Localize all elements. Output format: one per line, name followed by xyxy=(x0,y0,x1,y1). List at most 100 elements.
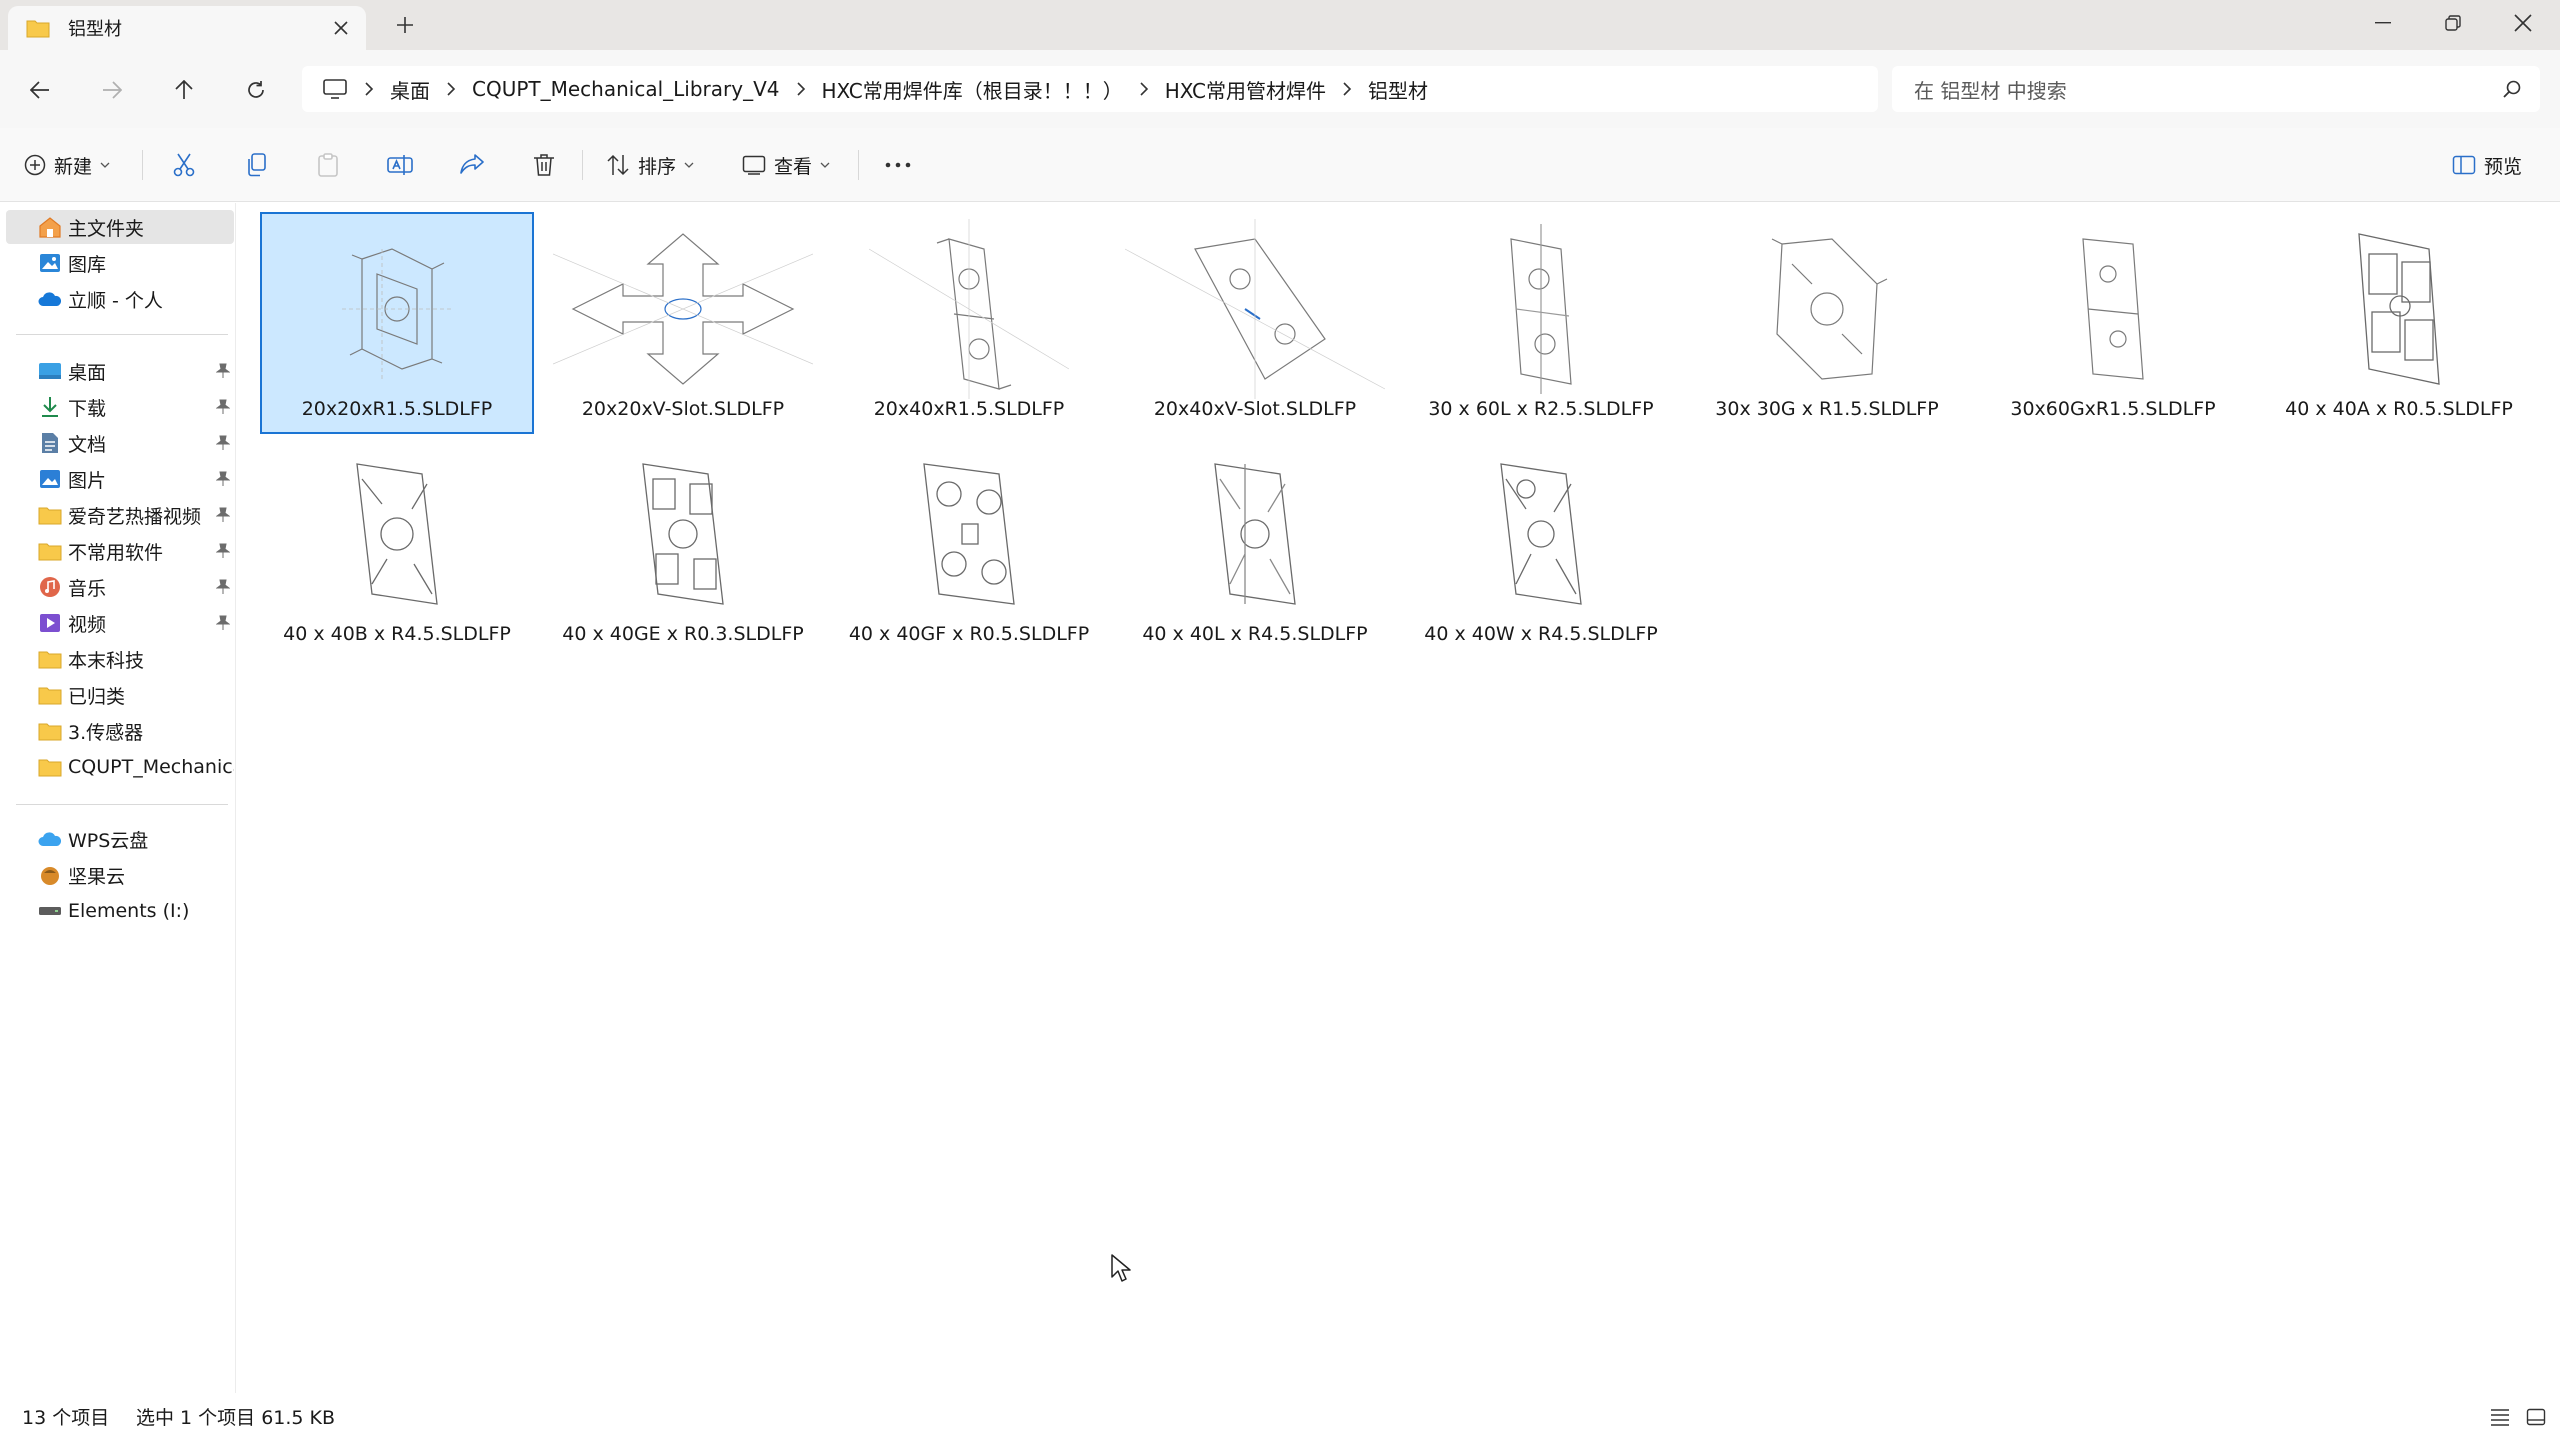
separator xyxy=(142,150,143,180)
sidebar-item-home[interactable]: 主文件夹 xyxy=(6,210,234,244)
file-thumbnail xyxy=(267,439,527,629)
sidebar-item-wps-cloud[interactable]: WPS云盘 xyxy=(6,822,234,856)
folder-icon xyxy=(26,20,50,38)
restore-button[interactable] xyxy=(2418,0,2488,46)
sidebar-item-gallery[interactable]: 图库 xyxy=(6,246,234,280)
sidebar-item-iqiyi-videos[interactable]: 爱奇艺热播视频 xyxy=(6,498,234,532)
forward-button[interactable] xyxy=(92,70,132,110)
file-item[interactable]: 20x20xR1.5.SLDLFP xyxy=(260,212,534,434)
sidebar-item-sensors[interactable]: 3.传感器 xyxy=(6,714,234,748)
file-item[interactable]: 30x60GxR1.5.SLDLFP xyxy=(1976,212,2250,434)
sidebar-item-classified[interactable]: 已归类 xyxy=(6,678,234,712)
sidebar-item-label: 桌面 xyxy=(68,361,107,384)
new-tab-button[interactable] xyxy=(392,12,418,38)
sidebar-item-label: 音乐 xyxy=(68,577,107,600)
view-button[interactable]: 查看 xyxy=(742,144,830,186)
sidebar-item-label: 不常用软件 xyxy=(68,541,164,564)
file-item[interactable]: 40 x 40B x R4.5.SLDLFP xyxy=(260,437,534,659)
sidebar-item-label: 文档 xyxy=(68,433,107,456)
sidebar-item-jianguoyun[interactable]: 坚果云 xyxy=(6,858,234,892)
sidebar-item-elements-drive[interactable]: Elements (I:) xyxy=(6,894,234,928)
sidebar-item-rare-software[interactable]: 不常用软件 xyxy=(6,534,234,568)
share-button[interactable] xyxy=(452,144,492,186)
file-thumbnail xyxy=(2269,214,2529,404)
paste-button[interactable] xyxy=(308,144,348,186)
file-item[interactable]: 30 x 60L x R2.5.SLDLFP xyxy=(1404,212,1678,434)
back-button[interactable] xyxy=(20,70,60,110)
file-item[interactable]: 40 x 40GE x R0.3.SLDLFP xyxy=(546,437,820,659)
breadcrumb-tube-weldment[interactable]: HXC常用管材焊件 xyxy=(1165,75,1326,104)
sidebar-item-documents[interactable]: 文档 xyxy=(6,426,234,460)
search-icon[interactable] xyxy=(2502,79,2522,99)
chevron-right-icon[interactable] xyxy=(796,82,806,96)
file-name: 20x40xR1.5.SLDLFP xyxy=(873,398,1065,420)
file-view[interactable]: 20x20xR1.5.SLDLFP 20x20xV-Slot.SLDLFP 20… xyxy=(237,203,2560,1393)
address-bar[interactable]: 桌面 CQUPT_Mechanical_Library_V4 HXC常用焊件库（… xyxy=(302,66,1878,112)
sidebar-item-label: 3.传感器 xyxy=(68,721,144,744)
file-thumbnail xyxy=(839,439,1099,629)
breadcrumb-library[interactable]: CQUPT_Mechanical_Library_V4 xyxy=(472,77,780,101)
trash-icon xyxy=(534,154,554,176)
chevron-right-icon[interactable] xyxy=(446,82,456,96)
cut-button[interactable] xyxy=(164,144,204,186)
chevron-right-icon[interactable] xyxy=(1139,82,1149,96)
file-item[interactable]: 40 x 40GF x R0.5.SLDLFP xyxy=(832,437,1106,659)
search-input[interactable]: 在 铝型材 中搜索 xyxy=(1914,75,2067,104)
sidebar-item-benmo-tech[interactable]: 本末科技 xyxy=(6,642,234,676)
file-item[interactable]: 20x40xR1.5.SLDLFP xyxy=(832,212,1106,434)
file-name: 40 x 40B x R4.5.SLDLFP xyxy=(283,623,511,645)
refresh-button[interactable] xyxy=(236,70,276,110)
rename-button[interactable] xyxy=(380,144,420,186)
large-icons-view-icon[interactable] xyxy=(2524,1405,2548,1429)
folder-icon xyxy=(38,648,62,670)
file-name: 40 x 40L x R4.5.SLDLFP xyxy=(1142,623,1368,645)
tab-current[interactable]: 铝型材 xyxy=(8,6,366,50)
minimize-button[interactable] xyxy=(2348,0,2418,46)
search-box[interactable]: 在 铝型材 中搜索 xyxy=(1892,66,2540,112)
clipboard-icon xyxy=(318,153,338,177)
file-item[interactable]: 20x40xV-Slot.SLDLFP xyxy=(1118,212,1392,434)
breadcrumb-weldment-lib[interactable]: HXC常用焊件库（根目录！！！） xyxy=(822,75,1123,104)
pin-icon xyxy=(216,399,230,414)
chevron-down-icon xyxy=(100,162,110,168)
drive-icon xyxy=(38,900,62,922)
onedrive-icon xyxy=(38,288,62,310)
file-item[interactable]: 40 x 40W x R4.5.SLDLFP xyxy=(1404,437,1678,659)
file-item[interactable]: 40 x 40L x R4.5.SLDLFP xyxy=(1118,437,1392,659)
breadcrumb-desktop[interactable]: 桌面 xyxy=(390,75,430,104)
sidebar-item-label: 主文件夹 xyxy=(68,217,145,240)
file-name: 40 x 40GE x R0.3.SLDLFP xyxy=(562,623,804,645)
this-pc-icon[interactable] xyxy=(322,78,348,100)
sidebar-item-music[interactable]: 音乐 xyxy=(6,570,234,604)
delete-button[interactable] xyxy=(524,144,564,186)
sidebar-item-pictures[interactable]: 图片 xyxy=(6,462,234,496)
separator xyxy=(582,150,583,180)
sidebar-item-label: 图库 xyxy=(68,253,107,276)
file-item[interactable]: 30x 30G x R1.5.SLDLFP xyxy=(1690,212,1964,434)
file-item[interactable]: 20x20xV-Slot.SLDLFP xyxy=(546,212,820,434)
up-button[interactable] xyxy=(164,70,204,110)
preview-button[interactable]: 预览 xyxy=(2452,144,2522,186)
command-bar: 新建 排序 查看 预览 xyxy=(0,128,2560,202)
scissors-icon xyxy=(173,153,195,177)
breadcrumb-current[interactable]: 铝型材 xyxy=(1368,75,1428,104)
copy-button[interactable] xyxy=(236,144,276,186)
sidebar-item-downloads[interactable]: 下载 xyxy=(6,390,234,424)
sidebar-item-onedrive[interactable]: 立顺 - 个人 xyxy=(6,282,234,316)
close-tab-icon[interactable] xyxy=(330,17,352,39)
sidebar-item-desktop[interactable]: 桌面 xyxy=(6,354,234,388)
sidebar-item-videos[interactable]: 视频 xyxy=(6,606,234,640)
sort-button[interactable]: 排序 xyxy=(606,144,694,186)
document-icon xyxy=(38,432,62,454)
close-window-button[interactable] xyxy=(2488,0,2558,46)
chevron-right-icon[interactable] xyxy=(364,82,374,96)
selection-info: 选中 1 个项目 61.5 KB xyxy=(136,1407,336,1429)
details-view-icon[interactable] xyxy=(2488,1405,2512,1429)
file-name: 30x 30G x R1.5.SLDLFP xyxy=(1715,398,1939,420)
sidebar-item-cqupt-mechanical[interactable]: CQUPT_Mechanical xyxy=(6,750,234,784)
more-button[interactable] xyxy=(876,144,920,186)
file-item[interactable]: 40 x 40A x R0.5.SLDLFP xyxy=(2262,212,2536,434)
sidebar-item-label: 下载 xyxy=(68,397,107,420)
chevron-right-icon[interactable] xyxy=(1342,82,1352,96)
new-button[interactable]: 新建 xyxy=(24,144,110,186)
